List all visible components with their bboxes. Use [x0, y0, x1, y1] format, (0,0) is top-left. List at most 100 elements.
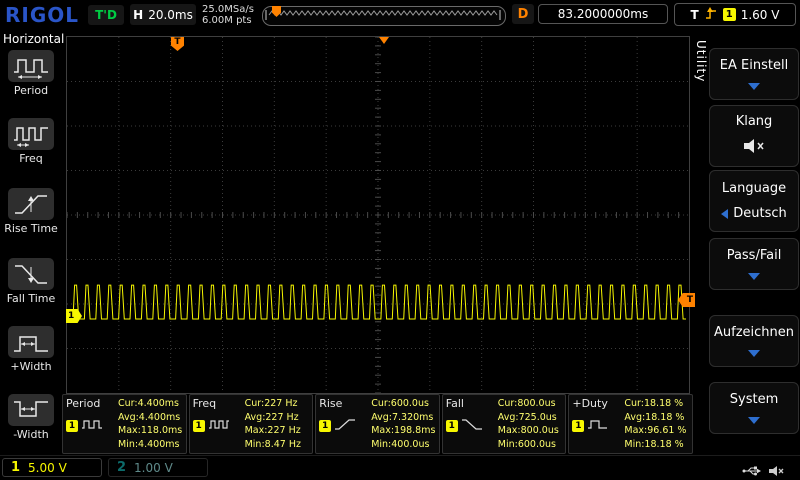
measure-menu: Horizontal Period Freq Rise Time Fall Ti…	[0, 30, 65, 455]
chevron-down-icon	[748, 349, 760, 357]
chevron-down-icon	[748, 272, 760, 280]
trigger-source-badge: 1	[722, 8, 736, 21]
measure-max: Max:800.0us	[497, 425, 559, 437]
measure-max: Max:198.8ms	[371, 425, 436, 437]
measure-max: Max:96.61 %	[624, 425, 687, 437]
measurement-panel-rise: Rise 1 Cur:600.0us Avg:7.320ms Max:198.8…	[315, 394, 440, 454]
acquisition-info: 25.0MSa/s 6.00M pts	[202, 4, 254, 26]
trigger-info-box[interactable]: T 1 1.60 V	[674, 3, 796, 26]
language-value: Deutsch	[733, 206, 787, 221]
rise-time-icon	[8, 188, 54, 220]
measure-cur: Cur:227 Hz	[244, 398, 298, 409]
measurement-panel-freq: Freq 1 Cur:227 Hz Avg:227 Hz Max:227 Hz …	[188, 394, 314, 454]
channel-1-status[interactable]: 1 5.00 V	[2, 458, 102, 477]
channel-2-status[interactable]: 2 1.00 V	[108, 458, 208, 477]
fall-measure-icon	[461, 416, 483, 435]
measure-max: Max:227 Hz	[244, 425, 301, 437]
delay-value[interactable]: 83.2000000ms	[538, 4, 668, 24]
measure-min: Min:600.0us	[497, 438, 557, 450]
trigger-label: T	[690, 7, 699, 22]
measure-cur: Cur:800.0us	[497, 398, 556, 409]
measure-min: Min:18.18 %	[624, 438, 684, 450]
measurement-panel-fall: Fall 1 Cur:800.0us Avg:725.0us Max:800.0…	[441, 394, 567, 454]
measure-min: Min:8.47 Hz	[244, 438, 301, 450]
measure-min: Min:400.0us	[371, 438, 430, 450]
measure-avg: Avg:227 Hz	[244, 411, 299, 423]
channel-badge: 1	[445, 419, 458, 432]
memory-depth: 6.00M pts	[202, 15, 252, 26]
button-system[interactable]: System	[709, 382, 799, 434]
speaker-muted-icon	[742, 138, 766, 158]
oscilloscope-screen: RIGOL T'D H 20.0ms 25.0MSa/s 6.00M pts D…	[0, 0, 800, 480]
button-ea-einstell[interactable]: EA Einstell	[709, 48, 799, 100]
chevron-left-icon	[721, 208, 729, 219]
button-label: System	[729, 392, 779, 408]
channel-badge: 1	[66, 419, 78, 432]
trigger-level-value: 1.60 V	[740, 7, 780, 22]
measurement-panel-period: Period 1 Cur:4.400ms Avg:4.400ms Max:118…	[62, 394, 187, 454]
trigger-status-badge: T'D	[88, 5, 124, 25]
measure-avg: Avg:18.18 %	[624, 411, 685, 423]
utility-menu: Utility EA Einstell Klang Language Deuts…	[693, 30, 800, 455]
chevron-down-icon	[748, 416, 760, 424]
menu-item-label: -Width	[13, 428, 49, 441]
delay-label: D	[512, 4, 534, 24]
menu-item-pos-width[interactable]: +Width	[0, 326, 62, 373]
freq-icon	[8, 118, 54, 150]
memory-position-bar[interactable]	[262, 6, 506, 26]
channel-2-number: 2	[117, 460, 127, 475]
menu-item-rise-time[interactable]: Rise Time	[0, 188, 62, 235]
button-aufzeichnen[interactable]: Aufzeichnen	[709, 315, 799, 367]
duty-measure-icon	[587, 416, 609, 435]
button-label: Aufzeichnen	[713, 325, 794, 341]
menu-item-freq[interactable]: Freq	[0, 118, 62, 165]
waveform-display: T 1 T	[66, 36, 695, 394]
menu-item-label: Rise Time	[4, 222, 58, 235]
channel-badge: 1	[319, 419, 332, 432]
h-value: 20.0ms	[148, 7, 193, 22]
channel-1-scale: 5.00 V	[28, 460, 67, 475]
horizontal-scale-chip[interactable]: H 20.0ms	[130, 4, 196, 25]
measure-menu-title: Horizontal	[3, 32, 65, 46]
measure-min: Min:4.400ms	[118, 438, 180, 450]
channel-2-scale: 1.00 V	[134, 460, 173, 475]
measure-avg: Avg:725.0us	[497, 411, 557, 423]
period-icon	[8, 50, 54, 82]
button-klang[interactable]: Klang	[709, 105, 799, 167]
menu-item-fall-time[interactable]: Fall Time	[0, 258, 62, 305]
menu-item-period[interactable]: Period	[0, 50, 62, 97]
button-label: Klang	[735, 114, 773, 130]
measurement-panel-duty: +Duty 1 Cur:18.18 % Avg:18.18 % Max:96.6…	[568, 394, 693, 454]
usb-icon	[742, 462, 762, 480]
channel-1-number: 1	[11, 460, 21, 475]
measure-cur: Cur:18.18 %	[624, 398, 684, 409]
period-measure-icon	[81, 416, 103, 435]
brand-logo: RIGOL	[5, 3, 80, 27]
measurement-name: Rise	[319, 397, 343, 410]
measure-max: Max:118.0ms	[118, 425, 183, 437]
measure-cur: Cur:4.400ms	[118, 398, 179, 409]
measurement-name: +Duty	[572, 397, 608, 410]
rising-edge-icon	[704, 5, 718, 24]
button-pass-fail[interactable]: Pass/Fail	[709, 238, 799, 290]
menu-tab-utility: Utility	[694, 40, 708, 83]
rise-measure-icon	[334, 416, 356, 435]
channel-badge: 1	[192, 419, 205, 432]
button-language[interactable]: Language Deutsch	[709, 170, 799, 232]
measure-avg: Avg:7.320ms	[371, 411, 434, 423]
menu-item-neg-width[interactable]: -Width	[0, 394, 62, 441]
menu-item-label: Freq	[19, 152, 43, 165]
h-label: H	[133, 7, 144, 22]
chevron-down-icon	[748, 82, 760, 90]
measurement-bar: Period 1 Cur:4.400ms Avg:4.400ms Max:118…	[62, 394, 693, 454]
plus-width-icon	[8, 326, 54, 358]
horizontal-center-marker[interactable]	[379, 37, 389, 44]
freq-measure-icon	[208, 416, 230, 435]
button-label: EA Einstell	[719, 58, 789, 74]
measurement-name: Fall	[445, 397, 464, 410]
speaker-muted-icon	[768, 462, 785, 480]
channel-status-bar: 1 5.00 V 2 1.00 V	[0, 455, 800, 480]
measurement-name: Freq	[192, 397, 217, 410]
menu-item-label: Fall Time	[6, 292, 56, 305]
fall-time-icon	[8, 258, 54, 290]
